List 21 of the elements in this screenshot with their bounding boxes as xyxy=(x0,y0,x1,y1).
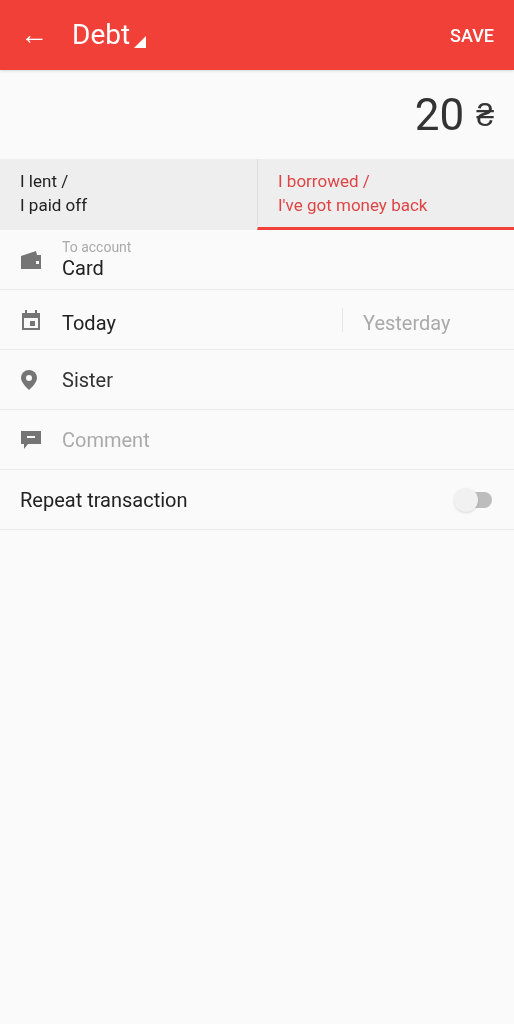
save-button[interactable]: SAVE xyxy=(450,21,494,49)
account-row[interactable]: To account Card xyxy=(0,230,514,290)
account-value: Card xyxy=(62,254,105,281)
account-label: To account xyxy=(62,238,132,255)
back-button[interactable]: ← xyxy=(20,21,48,49)
location-pin-icon xyxy=(20,368,38,391)
amount-value: 20 xyxy=(414,87,465,143)
place-value[interactable]: Sister xyxy=(62,364,113,395)
repeat-switch[interactable] xyxy=(454,486,494,513)
currency-sign: ₴ xyxy=(476,94,494,136)
comment-field[interactable]: Comment xyxy=(62,424,494,455)
dropdown-icon xyxy=(134,36,147,48)
comment-icon xyxy=(20,429,42,450)
date-option[interactable]: Today xyxy=(62,307,342,332)
wallet-icon xyxy=(20,249,42,270)
date-option[interactable]: Yesterday xyxy=(342,307,514,332)
repeat-label: Repeat transaction xyxy=(20,486,188,514)
calendar-icon xyxy=(20,308,42,331)
type-tab[interactable]: I lent / I paid off xyxy=(0,159,257,230)
title-dropdown[interactable]: Debt xyxy=(72,14,147,56)
type-tab[interactable]: I borrowed / I've got money back xyxy=(257,159,514,230)
